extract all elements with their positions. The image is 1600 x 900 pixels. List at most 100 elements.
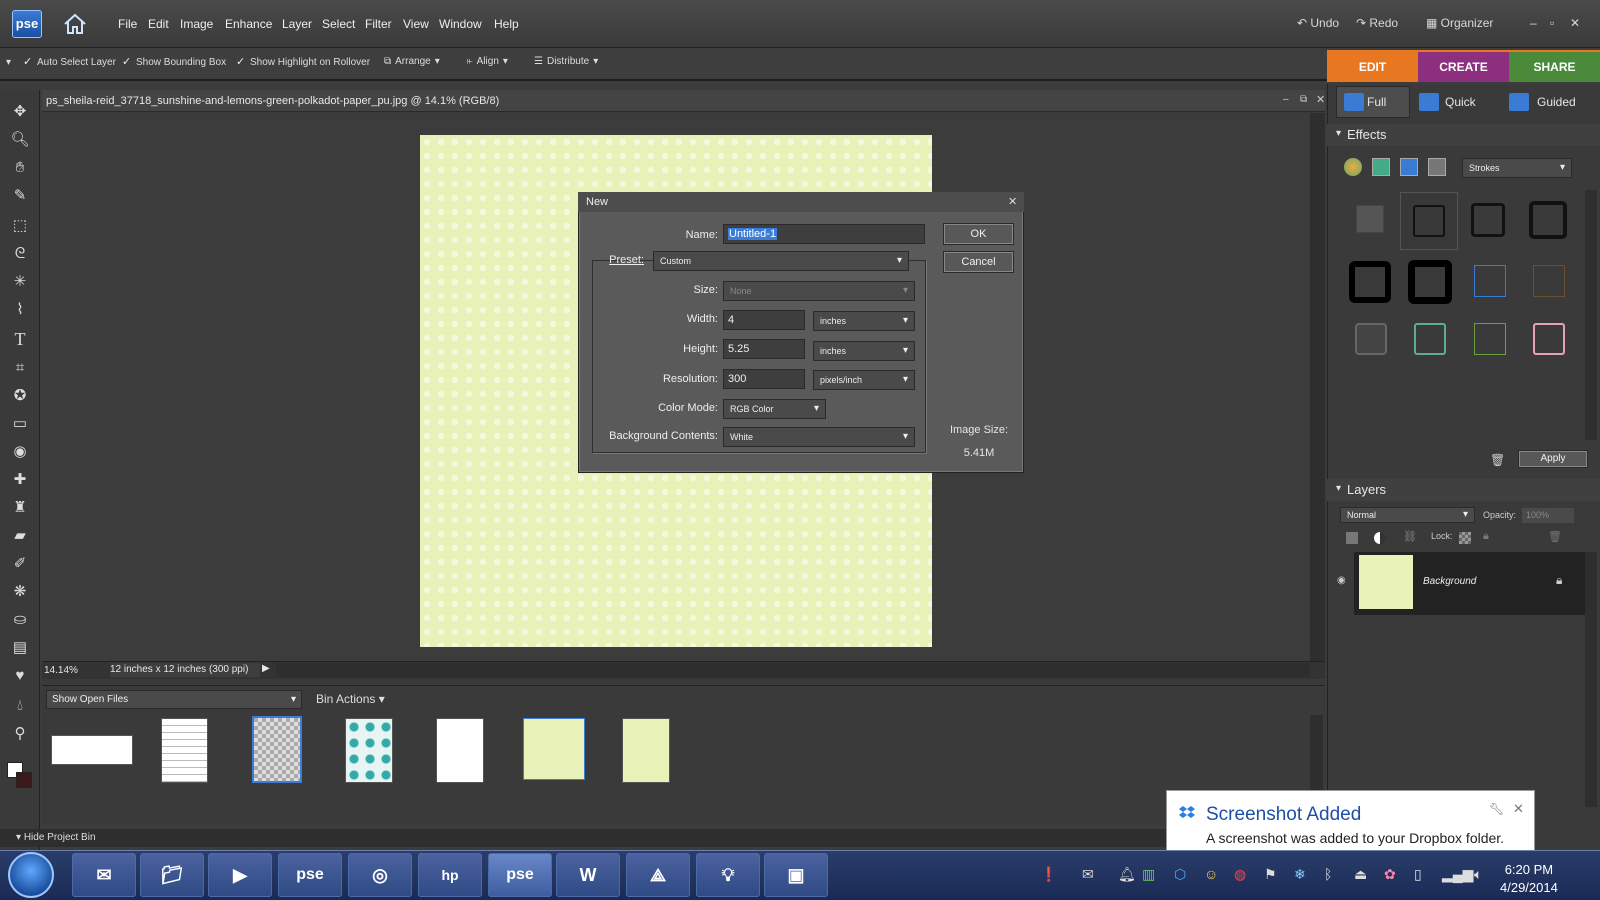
tray-mail-icon[interactable]: ✉ [1082, 866, 1094, 883]
menu-select[interactable]: Select [322, 17, 355, 31]
cancel-button[interactable]: Cancel [943, 251, 1014, 273]
brush-icon[interactable]: ✐ [8, 552, 32, 574]
layers-panel-header[interactable]: Layers [1327, 479, 1600, 501]
tray-alert-icon[interactable]: ❗ [1040, 866, 1057, 883]
tray-bluetooth-icon[interactable]: ᛒ [1324, 866, 1332, 882]
view-guided-button[interactable]: Guided [1537, 95, 1576, 109]
resolution-input[interactable]: 300 [723, 369, 805, 389]
lasso-tool-icon[interactable]: ᘓ [8, 242, 32, 264]
doc-minimize-icon[interactable]: – [1283, 94, 1289, 105]
taskbar-explorer-icon[interactable]: 📁︎ [140, 853, 204, 897]
paint-bucket-icon[interactable]: ⛀ [8, 608, 32, 630]
stroke-swatch[interactable] [1533, 323, 1565, 355]
impressionist-brush-icon[interactable]: ❋ [8, 580, 32, 602]
new-layer-icon[interactable] [1346, 532, 1358, 544]
menu-filter[interactable]: Filter [365, 17, 392, 31]
redo-button[interactable]: ↷ Redo [1356, 16, 1398, 30]
tray-pinwheel-icon[interactable]: ✿ [1384, 866, 1396, 883]
link-icon[interactable]: ⛓ [1403, 530, 1417, 543]
notification-close-icon[interactable]: ✕ [1513, 801, 1524, 817]
eyedropper-icon[interactable]: ✎ [8, 184, 32, 206]
resolution-unit-select[interactable]: pixels/inch [813, 370, 915, 390]
zoom-tool-icon[interactable]: 🔍︎ [8, 128, 32, 150]
tray-smiley-icon[interactable]: ☺ [1204, 866, 1218, 882]
width-input[interactable]: 4 [723, 310, 805, 330]
stroke-swatch[interactable] [1355, 323, 1387, 355]
lock-all-icon[interactable]: 🔒︎ [1483, 530, 1489, 543]
menu-file[interactable]: File [118, 17, 137, 31]
horizontal-scrollbar[interactable] [276, 663, 1310, 677]
crop-tool-icon[interactable]: ⌗ [8, 356, 32, 378]
minimize-icon[interactable]: – [1530, 16, 1537, 30]
name-input[interactable]: Untitled-1 [723, 224, 925, 244]
tray-beats-icon[interactable]: ◍ [1234, 866, 1246, 883]
close-icon[interactable]: ✕ [1570, 16, 1580, 30]
preset-select[interactable]: Custom [653, 251, 909, 271]
stroke-swatch[interactable] [1471, 203, 1505, 237]
opacity-field[interactable]: 100% [1522, 508, 1574, 523]
auto-select-checkbox[interactable]: ✓ Auto Select Layer [23, 56, 116, 68]
eye-icon[interactable]: ◉ [1337, 575, 1346, 586]
lock-transparency-icon[interactable] [1459, 532, 1471, 544]
effects-panel-header[interactable]: Effects [1327, 124, 1600, 146]
stroke-swatch[interactable] [1356, 205, 1384, 233]
bin-select[interactable]: Show Open Files ▾ [46, 690, 302, 709]
undo-button[interactable]: ↶ Undo [1297, 16, 1339, 30]
hide-bin-button[interactable]: ▾ Hide Project Bin [0, 829, 1325, 847]
taskbar-media-icon[interactable]: ▶ [208, 853, 272, 897]
stroke-swatch[interactable] [1529, 201, 1567, 239]
move-tool-icon[interactable]: ✥ [8, 100, 32, 122]
bin-thumbnail[interactable] [345, 718, 393, 783]
background-color-swatch[interactable] [16, 772, 32, 788]
align-dropdown[interactable]: ⫦ Align ▾ [467, 56, 508, 67]
layers-scrollbar[interactable] [1585, 552, 1597, 807]
recompose-icon[interactable]: ▭ [8, 412, 32, 434]
marquee-tool-icon[interactable]: ⬚ [8, 214, 32, 236]
stroke-swatch[interactable] [1413, 205, 1445, 237]
ok-button[interactable]: OK [943, 223, 1014, 245]
tray-volume-icon[interactable]: 🔈︎ [1474, 866, 1482, 883]
styles-icon[interactable] [1372, 158, 1390, 176]
menu-window[interactable]: Window [439, 17, 482, 31]
menu-edit[interactable]: Edit [148, 17, 169, 31]
selection-brush-icon[interactable]: ⌇ [8, 298, 32, 320]
apply-button[interactable]: Apply [1518, 450, 1588, 468]
trash-icon[interactable]: 🗑︎ [1490, 453, 1505, 467]
menu-layer[interactable]: Layer [282, 17, 312, 31]
vertical-scrollbar[interactable] [1310, 113, 1325, 661]
taskbar-outlook-icon[interactable]: ✉ [72, 853, 136, 897]
taskbar-chrome-icon[interactable]: ◎ [348, 853, 412, 897]
bin-thumbnail-selected[interactable] [252, 716, 302, 783]
bin-thumbnail[interactable] [51, 735, 133, 765]
background-contents-select[interactable]: White [723, 427, 915, 447]
width-unit-select[interactable]: inches [813, 311, 915, 331]
photo-effects-icon[interactable] [1400, 158, 1418, 176]
height-input[interactable]: 5.25 [723, 339, 805, 359]
arrange-dropdown[interactable]: ⧉ Arrange ▾ [384, 56, 440, 67]
tray-bell-icon[interactable]: 🔔︎ [1118, 866, 1136, 883]
healing-brush-icon[interactable]: ✚ [8, 468, 32, 490]
tray-signal-icon[interactable]: ▂▄▆ [1442, 866, 1473, 883]
stroke-swatch[interactable] [1414, 323, 1446, 355]
shape-tool-icon[interactable]: ♥ [8, 664, 32, 686]
color-mode-select[interactable]: RGB Color [723, 399, 826, 419]
adjustment-layer-icon[interactable] [1374, 532, 1386, 544]
cookie-cutter-icon[interactable]: ✪ [8, 384, 32, 406]
menu-enhance[interactable]: Enhance [225, 17, 272, 31]
clone-stamp-icon[interactable]: ♜ [8, 496, 32, 518]
status-arrow-icon[interactable]: ▶ [262, 663, 270, 674]
highlight-checkbox[interactable]: ✓ Show Highlight on Rollover [236, 56, 370, 68]
menu-image[interactable]: Image [180, 17, 213, 31]
height-unit-select[interactable]: inches [813, 341, 915, 361]
tab-edit[interactable]: EDIT [1327, 52, 1418, 82]
bin-actions-dropdown[interactable]: Bin Actions ▾ [316, 692, 385, 706]
tab-share[interactable]: SHARE [1509, 52, 1600, 82]
maximize-icon[interactable]: ▫ [1550, 16, 1554, 30]
stroke-swatch[interactable] [1408, 260, 1452, 304]
sponge-tool-icon[interactable]: ⚲ [8, 722, 32, 744]
taskbar-lightbulb-icon[interactable]: 💡︎ [696, 853, 760, 897]
fx-icon[interactable] [1428, 158, 1446, 176]
doc-close-icon[interactable]: ✕ [1316, 93, 1325, 106]
size-select[interactable]: None [723, 281, 915, 301]
tray-chart-icon[interactable]: ▥ [1142, 866, 1155, 883]
